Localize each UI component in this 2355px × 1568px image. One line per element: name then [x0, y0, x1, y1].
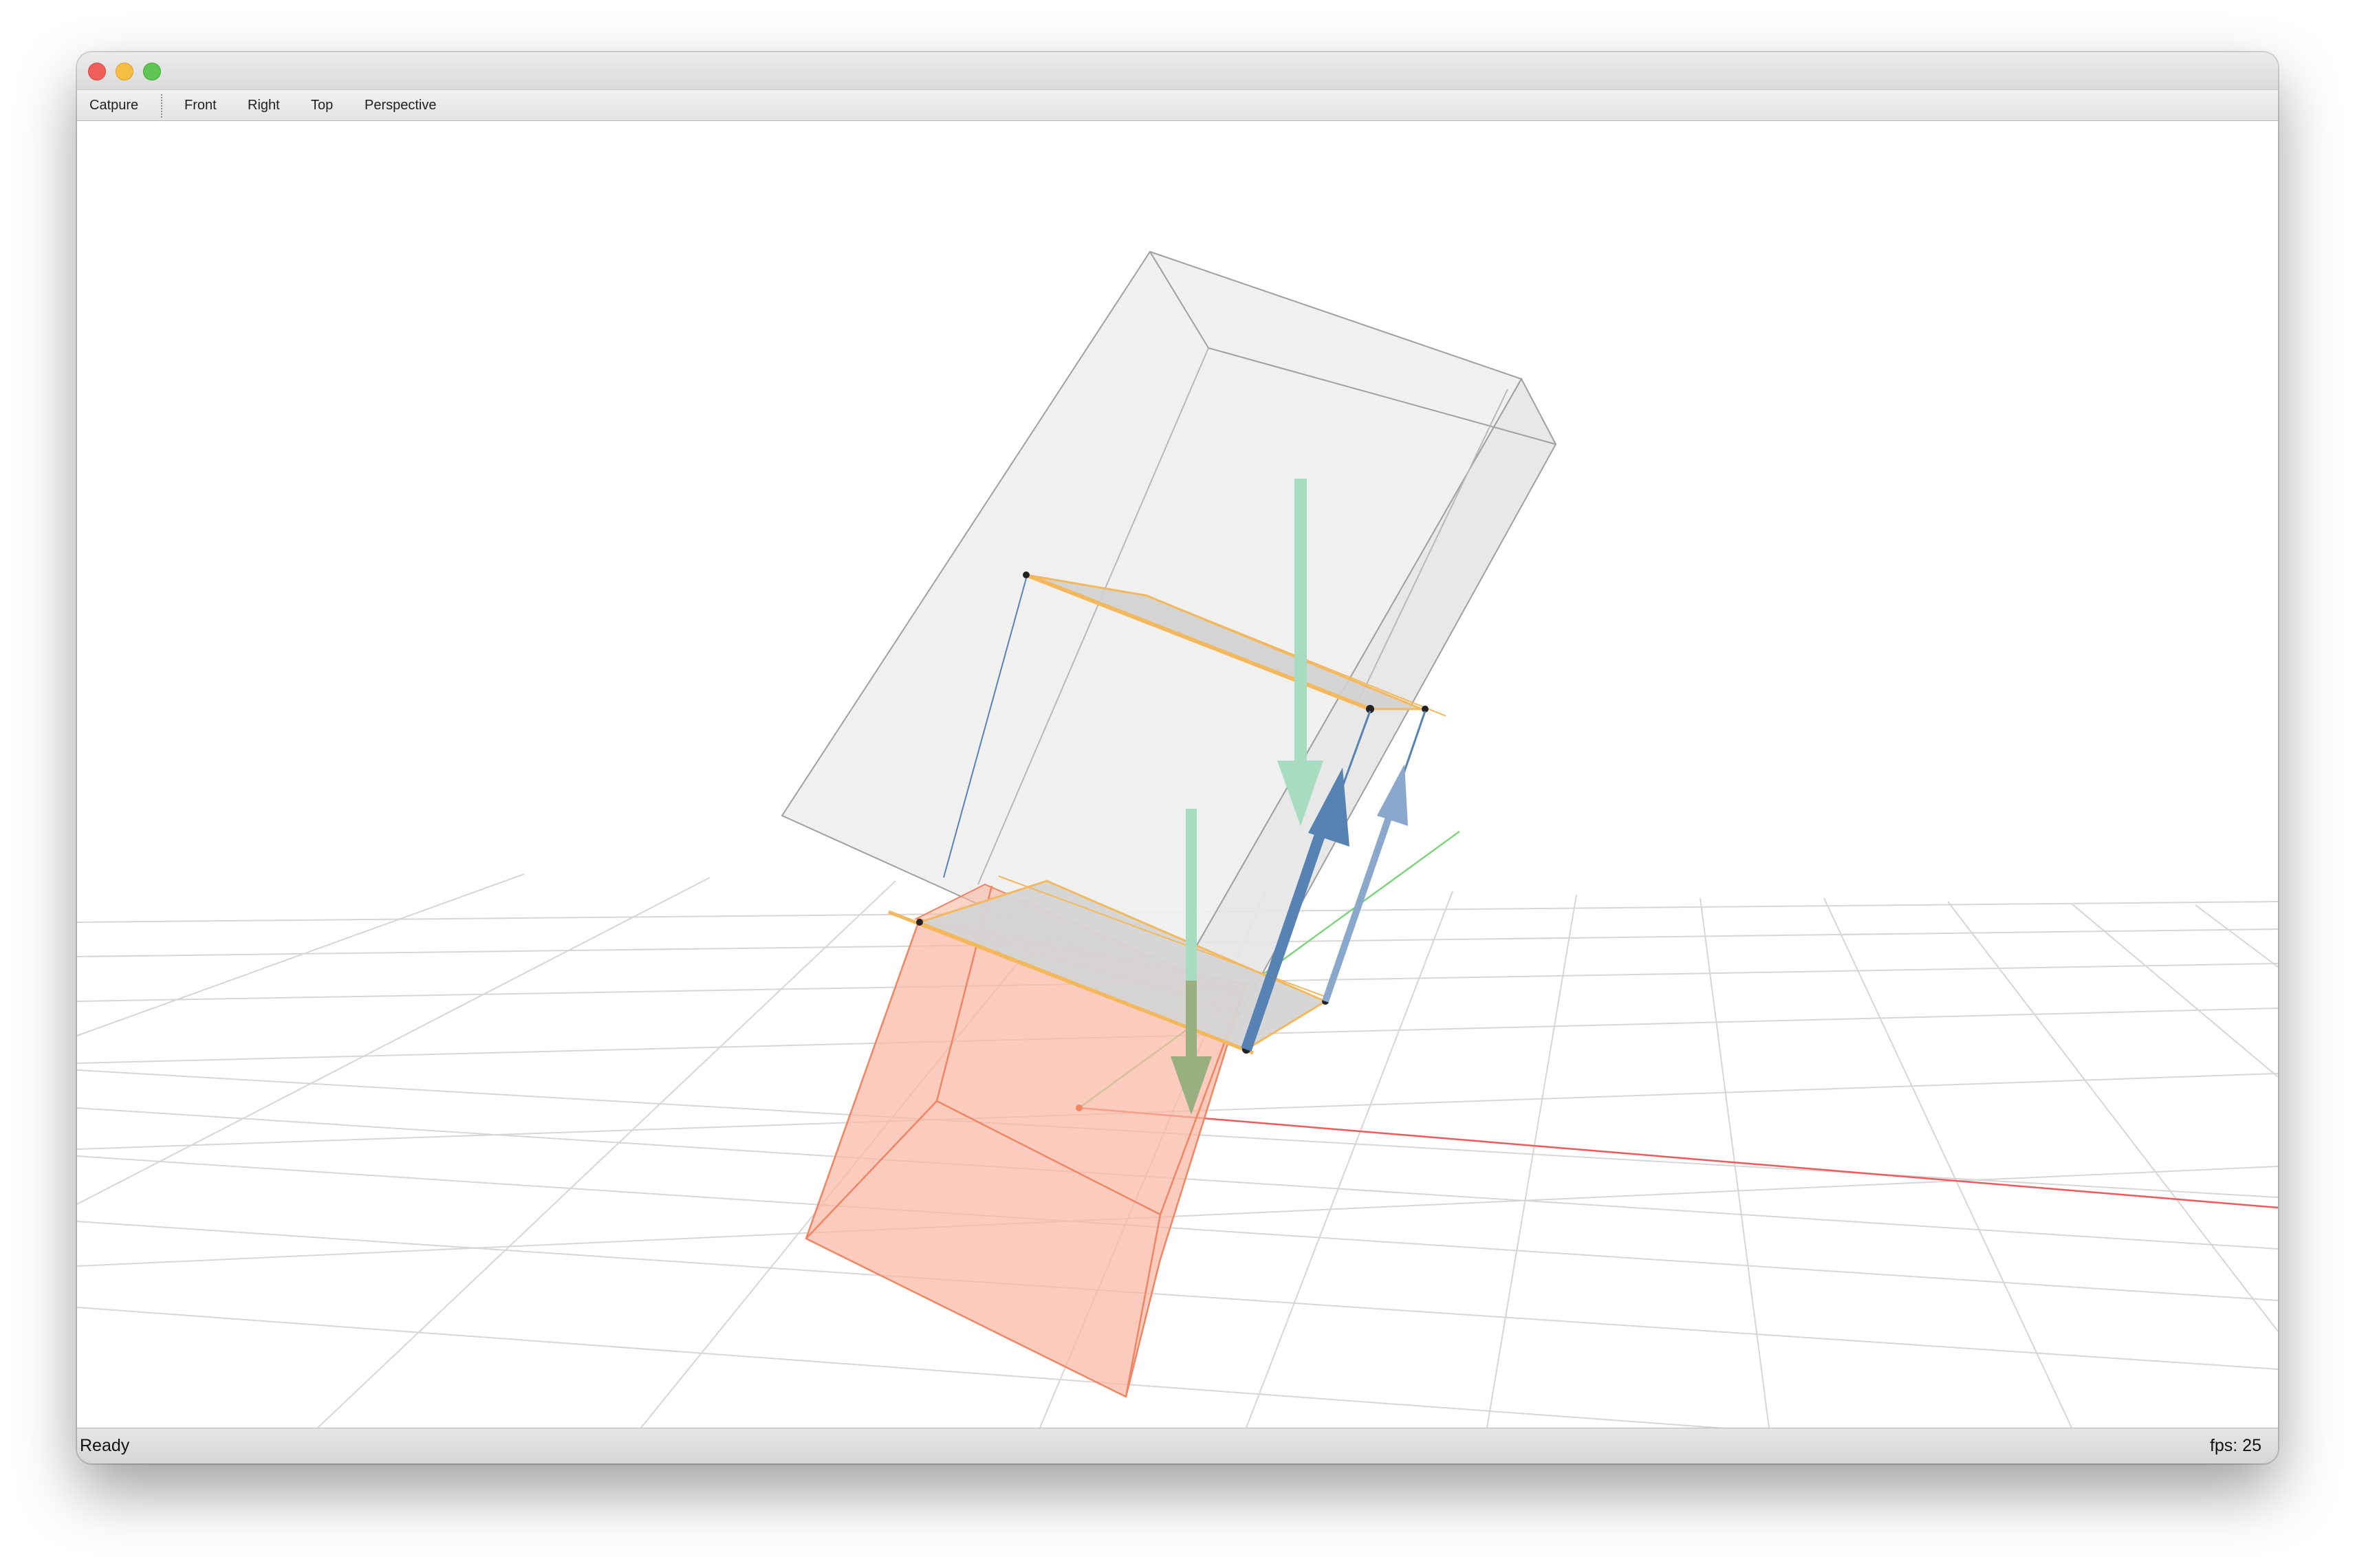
- capture-button[interactable]: Catpure: [89, 90, 138, 120]
- top-view-button[interactable]: Top: [311, 90, 333, 120]
- status-message: Ready: [80, 1436, 130, 1455]
- close-window-button[interactable]: [88, 63, 106, 80]
- perspective-view-button[interactable]: Perspective: [365, 90, 437, 120]
- x-axis: [1078, 1107, 2278, 1209]
- title-bar[interactable]: [77, 52, 2278, 89]
- fps-counter: fps: 25: [2209, 1436, 2261, 1455]
- minimize-window-button[interactable]: [116, 63, 133, 80]
- 3d-scene: [77, 250, 2278, 1428]
- toolbar-separator: [161, 94, 162, 118]
- origin-marker: [1076, 1104, 1083, 1111]
- app-window: Catpure Front Right Top Perspective Read…: [77, 52, 2278, 1463]
- right-view-button[interactable]: Right: [248, 90, 280, 120]
- front-view-button[interactable]: Front: [184, 90, 217, 120]
- toolbar: Catpure Front Right Top Perspective: [77, 89, 2278, 121]
- force-arrow-lower-green: [1186, 809, 1197, 981]
- 3d-viewport[interactable]: [77, 121, 2278, 1428]
- tall-body-box: [781, 250, 1557, 1016]
- zoom-window-button[interactable]: [143, 63, 161, 80]
- status-bar: Ready fps: 25: [77, 1428, 2278, 1463]
